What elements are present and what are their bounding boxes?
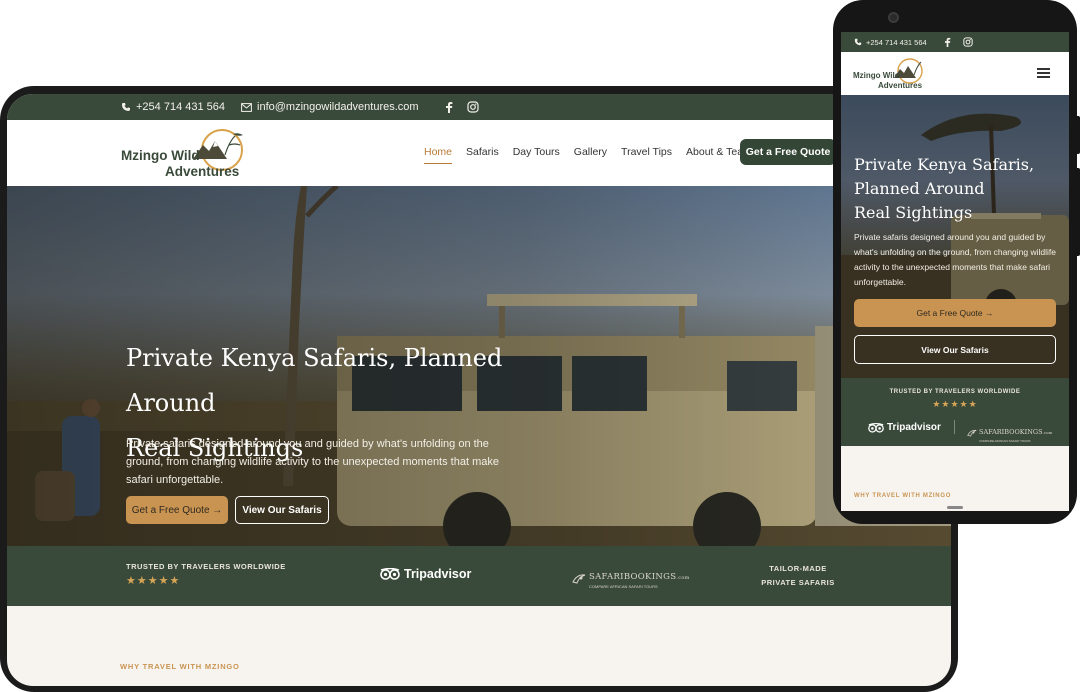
site-header: Mzingo Wild Adventures Home Safaris Day …	[7, 120, 951, 186]
email-address: info@mzingowildadventures.com	[257, 101, 419, 113]
trust-label: TRUSTED BY TRAVELERS WORLDWIDE	[126, 562, 286, 571]
mobile-brand-logo[interactable]: Mzingo Wild Adventures	[852, 56, 924, 92]
mobile-header: Mzingo Wild Adventures	[841, 52, 1069, 95]
mobile-hero-title-line3: Real Sightings	[854, 203, 973, 222]
mobile-logo-line1: Mzingo Wild	[853, 71, 900, 80]
trust-bar: TRUSTED BY TRAVELERS WORLDWIDE ★★★★★ Tri…	[7, 546, 951, 606]
view-safaris-button[interactable]: View Our Safaris	[235, 496, 329, 524]
nav-travel-tips[interactable]: Travel Tips	[621, 146, 672, 164]
mobile-trust-bar: TRUSTED BY TRAVELERS WORLDWIDE ★★★★★ Tri…	[841, 378, 1069, 446]
mobile-tripadvisor-logo[interactable]: Tripadvisor	[868, 422, 941, 433]
social-links	[445, 101, 479, 113]
tailor-made-label: TAILOR-MADE PRIVATE SAFARIS	[747, 562, 849, 590]
mobile-view-safaris-button[interactable]: View Our Safaris	[854, 335, 1056, 364]
nav-gallery[interactable]: Gallery	[574, 146, 607, 164]
safaribookings-mark-icon	[572, 573, 586, 584]
mobile-rating-stars: ★★★★★	[932, 399, 978, 409]
mobile-logo-line2: Adventures	[878, 81, 923, 90]
hero-quote-button[interactable]: Get a Free Quote →	[126, 496, 228, 524]
mobile-hero-section: Private Kenya Safaris, Planned Around Re…	[841, 95, 1069, 378]
rating-stars: ★★★★★	[126, 575, 181, 587]
phone-side-button	[1075, 116, 1080, 154]
nav-day-tours[interactable]: Day Tours	[513, 146, 560, 164]
tailor-made-line2: PRIVATE SAFARIS	[761, 578, 835, 587]
mobile-trust-label: TRUSTED BY TRAVELERS WORLDWIDE	[889, 389, 1021, 395]
email-contact[interactable]: info@mzingowildadventures.com	[241, 101, 419, 113]
logo-line2: Adventures	[165, 164, 239, 179]
mobile-why-section-label: WHY TRAVEL WITH MZINGO	[854, 493, 952, 499]
tripadvisor-logo[interactable]: Tripadvisor	[380, 567, 471, 581]
main-nav: Home Safaris Day Tours Gallery Travel Ti…	[424, 146, 752, 164]
hero-title-line1: Private Kenya Safaris, Planned Around	[126, 344, 503, 417]
mobile-tripadvisor-text: Tripadvisor	[887, 422, 941, 433]
mail-icon	[241, 102, 252, 112]
tripadvisor-owl-icon	[868, 422, 884, 433]
mobile-top-contact-bar: +254 714 431 564	[841, 32, 1069, 52]
brand-logo[interactable]: Mzingo Wild Adventures	[119, 126, 249, 182]
hero-subtitle: Private safaris designed around you and …	[126, 438, 499, 486]
mobile-hero-title-line1: Private Kenya Safaris,	[854, 155, 1035, 174]
safaribookings-name: SAFARIBOOKINGS	[589, 572, 677, 582]
mobile-safaribookings-logo[interactable]: SAFARIBOOKINGS.com COMPARE AFRICAN SAFAR…	[967, 421, 1052, 443]
phone-icon	[122, 103, 130, 111]
phone-number: +254 714 431 564	[136, 101, 226, 113]
tablet-screen: +254 714 431 564 info@mzingowildadventur…	[7, 94, 951, 686]
mobile-phone-number[interactable]: +254 714 431 564	[866, 38, 927, 47]
facebook-icon[interactable]	[944, 37, 951, 47]
phone-contact[interactable]: +254 714 431 564	[121, 101, 225, 113]
phone-frame: +254 714 431 564 Mzingo Wild Adventures	[833, 0, 1077, 524]
phone-screen: +254 714 431 564 Mzingo Wild Adventures	[841, 32, 1069, 511]
phone-icon	[854, 38, 862, 46]
safaribookings-logo[interactable]: SAFARIBOOKINGS.com COMPARE AFRICAN SAFAR…	[572, 566, 690, 589]
hamburger-menu-icon[interactable]	[1037, 68, 1050, 78]
mobile-hero-title: Private Kenya Safaris, Planned Around Re…	[854, 153, 1054, 225]
safaribookings-suffix: .com	[676, 575, 690, 581]
top-contact-bar: +254 714 431 564 info@mzingowildadventur…	[7, 94, 951, 120]
phone-volume-button	[1075, 168, 1080, 256]
trust-divider	[954, 420, 955, 434]
tailor-made-line1: TAILOR-MADE	[769, 564, 827, 573]
header-quote-button[interactable]: Get a Free Quote	[740, 139, 836, 165]
logo-line1: Mzingo Wild	[121, 148, 200, 163]
why-section-label: WHY TRAVEL WITH MZINGO	[120, 662, 240, 671]
safaribookings-tagline: COMPARE AFRICAN SAFARI TOURS	[589, 584, 658, 589]
instagram-icon[interactable]	[963, 37, 973, 47]
safaribookings-mark-icon	[967, 429, 977, 436]
mobile-safaribookings-name: SAFARIBOOKINGS	[979, 428, 1043, 436]
nav-safaris[interactable]: Safaris	[466, 146, 499, 164]
hero-section: Private Kenya Safaris, Planned Around Re…	[7, 186, 951, 546]
mobile-social-links	[944, 37, 973, 47]
tripadvisor-owl-icon	[380, 568, 400, 580]
tripadvisor-text: Tripadvisor	[404, 567, 472, 581]
mobile-safaribookings-suffix: .com	[1042, 430, 1053, 435]
mobile-hero-subtitle: Private safaris designed around you and …	[854, 232, 1056, 287]
home-indicator	[947, 506, 963, 509]
nav-home[interactable]: Home	[424, 146, 453, 164]
tablet-frame: +254 714 431 564 info@mzingowildadventur…	[0, 86, 958, 692]
instagram-icon[interactable]	[466, 101, 479, 113]
mobile-safaribookings-tagline: COMPARE AFRICAN SAFARI TOURS	[979, 439, 1031, 443]
facebook-icon[interactable]	[445, 101, 453, 113]
mobile-hero-title-line2: Planned Around	[854, 179, 985, 198]
camera-icon	[888, 12, 899, 23]
mobile-quote-button[interactable]: Get a Free Quote →	[854, 299, 1056, 327]
device-mockup-stage: +254 714 431 564 info@mzingowildadventur…	[0, 0, 1080, 692]
